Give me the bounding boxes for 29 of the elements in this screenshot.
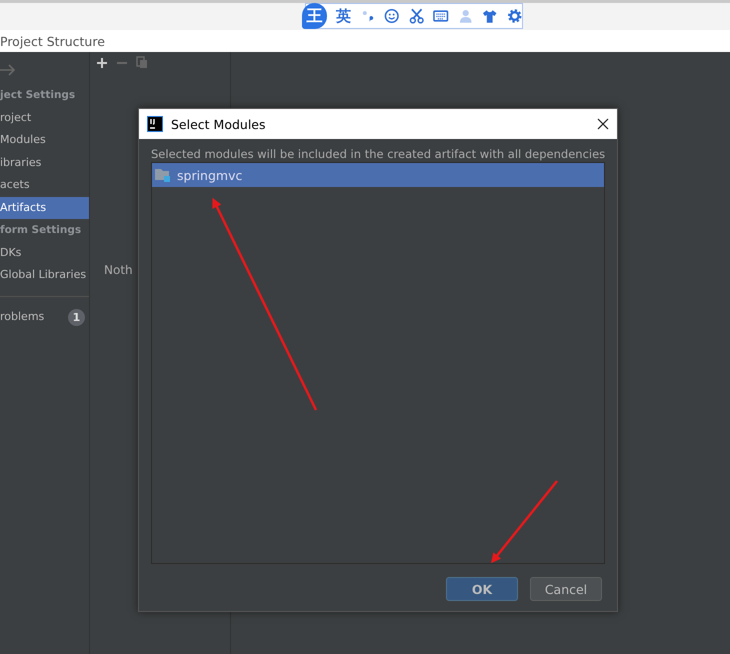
ok-button[interactable]: OK	[446, 577, 518, 601]
close-icon[interactable]	[597, 118, 609, 130]
language-toggle[interactable]: 英	[336, 6, 352, 26]
sidebar-item[interactable]: roject	[0, 106, 89, 129]
sidebar-item[interactable]: DKs	[0, 242, 89, 264]
app-icon	[147, 116, 163, 132]
sidebar-item[interactable]: roblems 1	[0, 304, 89, 330]
count-badge: 1	[68, 309, 85, 326]
smiley-icon[interactable]	[384, 8, 400, 24]
add-icon[interactable]	[96, 56, 108, 68]
section-header: form Settings	[0, 223, 82, 238]
sidebar-item[interactable]: ibraries	[0, 152, 89, 174]
keyboard-icon[interactable]	[433, 8, 449, 24]
dialog-description: Selected modules will be included in the created artifact with all dependencies	[150, 146, 606, 161]
section-header: ject Settings	[0, 88, 76, 103]
punctuation-icon[interactable]	[360, 8, 376, 24]
shirt-icon[interactable]	[482, 8, 498, 24]
empty-text: Noth	[104, 263, 133, 277]
sidebar-item[interactable]: acets	[0, 174, 89, 196]
ime-logo[interactable]: 王	[302, 3, 328, 29]
settings-icon[interactable]	[506, 8, 522, 24]
module-item[interactable]: springmvc	[152, 163, 604, 187]
cancel-button[interactable]: Cancel	[530, 577, 602, 601]
dialog-title: Select Modules	[171, 116, 267, 132]
sidebar-item[interactable]: Modules	[0, 129, 89, 152]
sidebar-item[interactable]: Global Libraries	[0, 264, 89, 286]
module-folder-icon	[155, 168, 171, 182]
scissors-icon[interactable]	[408, 8, 424, 24]
sidebar-item[interactable]: Artifacts	[0, 196, 89, 219]
